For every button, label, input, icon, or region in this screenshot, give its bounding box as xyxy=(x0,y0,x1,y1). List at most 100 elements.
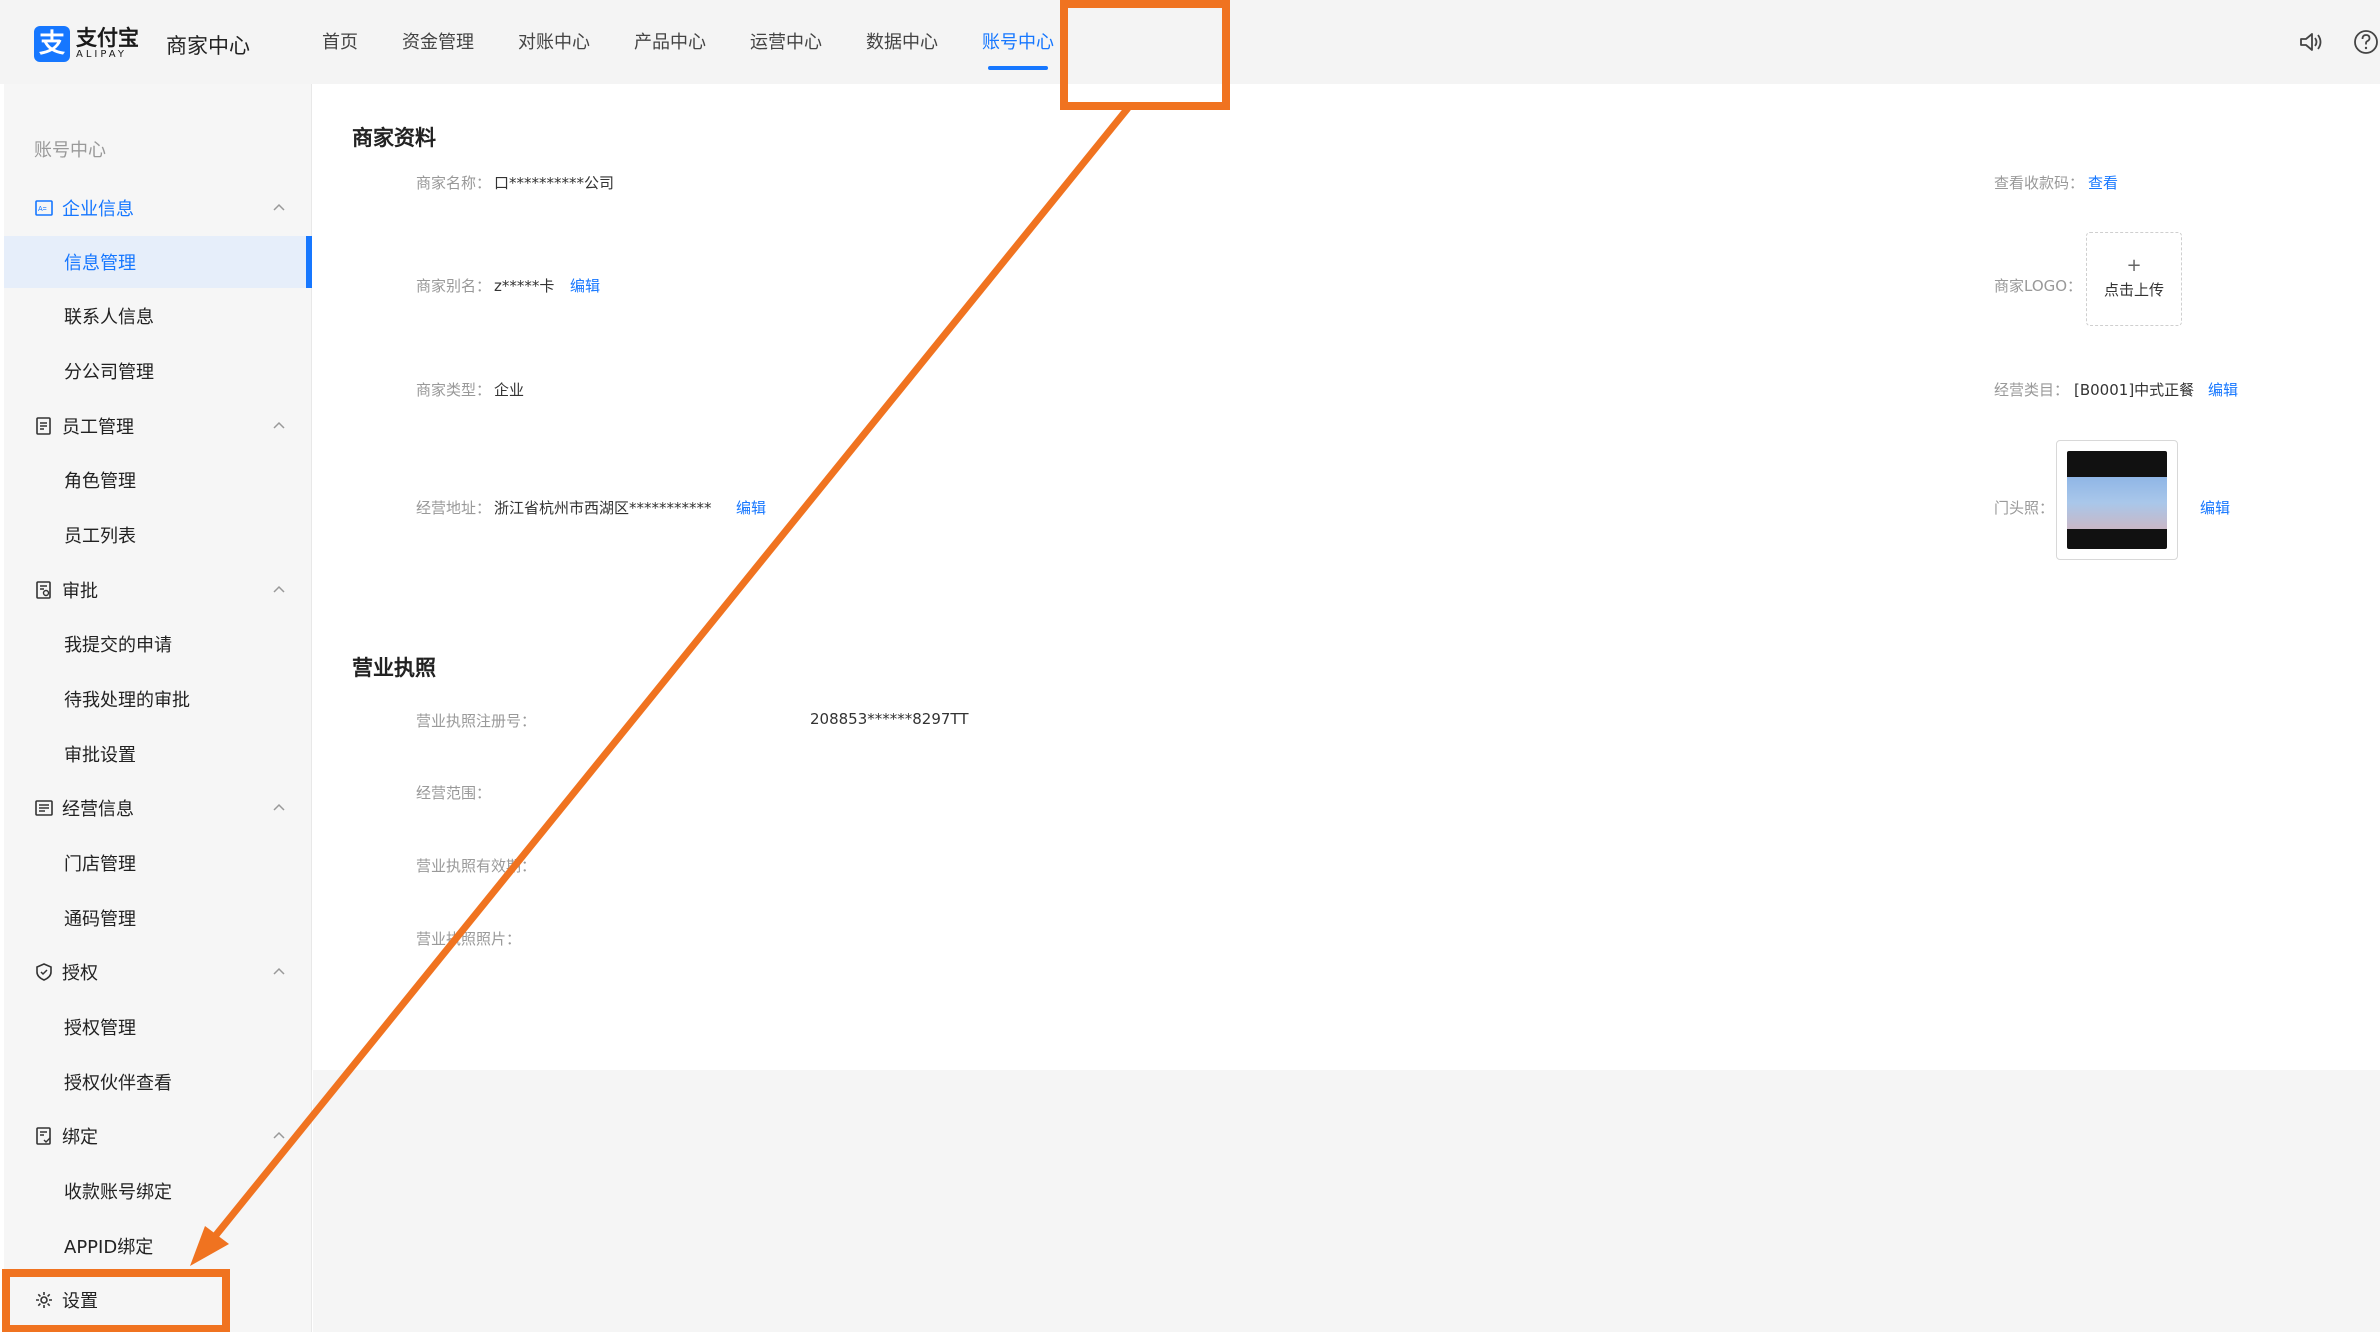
logo-text: 支付宝 ALIPAY xyxy=(76,27,139,61)
top-icons xyxy=(2296,28,2380,56)
sidebar-item-label: 经营信息 xyxy=(62,799,134,820)
gear-icon xyxy=(36,1292,52,1308)
nav-data[interactable]: 数据中心 xyxy=(844,0,960,84)
business-category-label: 经营类目： xyxy=(1994,381,2070,399)
sidebar-group-staff[interactable]: 员工管理 xyxy=(4,400,312,452)
sidebar-group-company-info[interactable]: A= 企业信息 xyxy=(4,182,312,234)
edit-alias-link[interactable]: 编辑 xyxy=(570,275,600,296)
business-address-label: 经营地址： xyxy=(416,499,492,517)
sidebar-item-info-management[interactable]: 信息管理 xyxy=(4,236,312,288)
sidebar-item-label: 绑定 xyxy=(62,1127,98,1148)
sidebar-item-label: 设置 xyxy=(62,1291,98,1312)
view-qr-code-link[interactable]: 查看 xyxy=(2088,172,2118,193)
license-photo-label: 营业执照照片： xyxy=(416,930,522,948)
nav-account-center[interactable]: 账号中心 xyxy=(960,0,1076,84)
sidebar-item-label: 收款账号绑定 xyxy=(64,1182,172,1203)
id-card-icon: A= xyxy=(35,200,53,216)
storefront-image xyxy=(2067,451,2167,549)
sidebar-item-pending-approvals[interactable]: 待我处理的审批 xyxy=(4,673,312,725)
merchant-name-label: 商家名称： xyxy=(416,174,492,192)
staff-icon xyxy=(36,417,51,435)
brand-name-en: ALIPAY xyxy=(76,49,127,60)
sidebar-group-business-info[interactable]: 经营信息 xyxy=(4,782,312,834)
sidebar-item-label: 员工管理 xyxy=(62,417,134,438)
sidebar-item-staff-list[interactable]: 员工列表 xyxy=(4,509,312,561)
shield-icon xyxy=(36,963,52,981)
chevron-up-icon xyxy=(273,967,285,975)
sidebar-item-appid-binding[interactable]: APPID绑定 xyxy=(4,1220,312,1272)
sidebar-item-label: 角色管理 xyxy=(64,471,136,492)
main-footer-area xyxy=(313,1070,2380,1332)
sidebar-item-approval-settings[interactable]: 审批设置 xyxy=(4,728,312,780)
merchant-alias-value: z*****卡 xyxy=(494,277,555,295)
sidebar-item-contacts[interactable]: 联系人信息 xyxy=(4,290,312,342)
sidebar-item-label: 门店管理 xyxy=(64,854,136,875)
merchant-type-label: 商家类型： xyxy=(416,381,492,399)
sidebar-item-auth-management[interactable]: 授权管理 xyxy=(4,1001,312,1053)
sidebar-item-label: 企业信息 xyxy=(62,199,134,220)
sidebar-item-universal-code[interactable]: 通码管理 xyxy=(4,892,312,944)
sidebar-item-auth-partners[interactable]: 授权伙伴查看 xyxy=(4,1056,312,1108)
sidebar-item-stores[interactable]: 门店管理 xyxy=(4,837,312,889)
sidebar-item-label: APPID绑定 xyxy=(64,1237,154,1258)
business-scope-label: 经营范围： xyxy=(416,784,492,802)
top-bar: 支 支付宝 ALIPAY 商家中心 首页 资金管理 对账中心 产品中心 运营中心… xyxy=(0,0,2380,84)
sidebar-item-label: 授权伙伴查看 xyxy=(64,1073,172,1094)
nav-operations[interactable]: 运营中心 xyxy=(728,0,844,84)
edit-address-link[interactable]: 编辑 xyxy=(736,497,766,518)
alipay-logo-mark: 支 xyxy=(34,26,70,62)
license-reg-no-label: 营业执照注册号： xyxy=(416,712,537,730)
sidebar-group-binding[interactable]: 绑定 xyxy=(4,1110,312,1162)
sidebar-item-label: 授权 xyxy=(62,963,98,984)
brand-name: 支付宝 xyxy=(76,26,139,50)
svg-text:A=: A= xyxy=(38,206,47,213)
upload-label: 点击上传 xyxy=(2103,281,2164,299)
sidebar-item-label: 信息管理 xyxy=(64,253,136,274)
merchant-type-value: 企业 xyxy=(494,381,525,399)
storefront-photo[interactable] xyxy=(2056,440,2178,560)
sidebar-item-label: 分公司管理 xyxy=(64,362,154,383)
nav-reconciliation[interactable]: 对账中心 xyxy=(496,0,612,84)
main-content xyxy=(313,84,2380,1070)
edit-storefront-link[interactable]: 编辑 xyxy=(2200,497,2230,518)
chevron-up-icon xyxy=(273,803,285,811)
sidebar-item-label: 我提交的申请 xyxy=(64,635,172,656)
sidebar-item-roles[interactable]: 角色管理 xyxy=(4,454,312,506)
sidebar-group-approval[interactable]: 审批 xyxy=(4,564,312,616)
edit-category-link[interactable]: 编辑 xyxy=(2208,379,2238,400)
sidebar-item-label: 审批 xyxy=(62,581,98,602)
sidebar-item-label: 联系人信息 xyxy=(64,307,154,328)
logo-upload-button[interactable]: + 点击上传 xyxy=(2086,232,2182,326)
chevron-up-icon xyxy=(273,585,285,593)
approval-icon xyxy=(36,581,51,599)
storefront-photo-label: 门头照： xyxy=(1994,499,2055,517)
sidebar-item-label: 审批设置 xyxy=(64,745,136,766)
sidebar-item-payee-binding[interactable]: 收款账号绑定 xyxy=(4,1165,312,1217)
sidebar-group-authorization[interactable]: 授权 xyxy=(4,946,312,998)
help-icon[interactable] xyxy=(2352,28,2380,56)
nav-funds[interactable]: 资金管理 xyxy=(380,0,496,84)
main-nav: 首页 资金管理 对账中心 产品中心 运营中心 数据中心 账号中心 xyxy=(300,0,1076,84)
merchant-alias-label: 商家别名： xyxy=(416,277,492,295)
sidebar-item-label: 员工列表 xyxy=(64,526,136,547)
app-title: 商家中心 xyxy=(166,34,250,58)
license-reg-no-value: 208853******8297TT xyxy=(810,710,969,728)
bind-icon xyxy=(36,1127,51,1145)
alipay-logo[interactable]: 支 支付宝 ALIPAY xyxy=(34,26,139,62)
nav-home[interactable]: 首页 xyxy=(300,0,380,84)
plus-icon: + xyxy=(2126,255,2142,276)
sidebar-item-settings[interactable]: 设置 xyxy=(4,1274,312,1326)
business-category-value: [B0001]中式正餐 xyxy=(2074,381,2195,399)
sidebar-item-branches[interactable]: 分公司管理 xyxy=(4,345,312,397)
merchant-logo-label: 商家LOGO： xyxy=(1994,277,2083,295)
chevron-up-icon xyxy=(273,1131,285,1139)
nav-products[interactable]: 产品中心 xyxy=(612,0,728,84)
chevron-up-icon xyxy=(273,421,285,429)
business-icon xyxy=(35,800,53,816)
sidebar-item-my-requests[interactable]: 我提交的申请 xyxy=(4,618,312,670)
storefront-sky xyxy=(2067,477,2167,529)
merchant-profile-title: 商家资料 xyxy=(352,126,436,150)
qr-code-label: 查看收款码： xyxy=(1994,174,2085,192)
sidebar-item-label: 通码管理 xyxy=(64,909,136,930)
speaker-icon[interactable] xyxy=(2296,28,2324,56)
